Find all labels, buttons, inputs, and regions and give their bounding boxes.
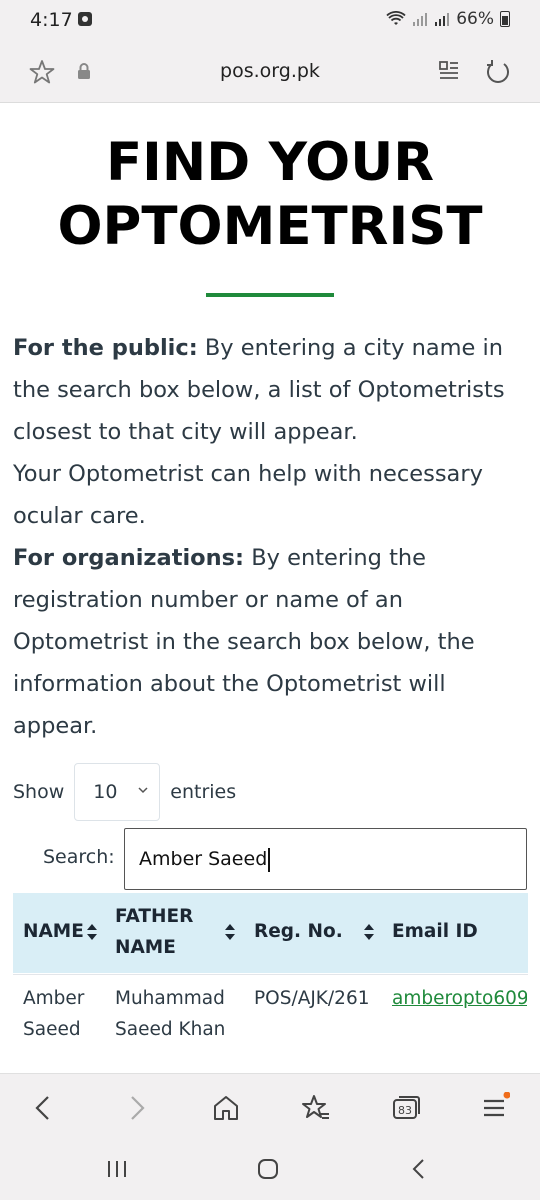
column-header-reg-no[interactable]: Reg. No.	[254, 916, 343, 947]
column-header-name[interactable]: NAME	[23, 916, 84, 947]
entries-length-control: Show 10 entries	[13, 763, 236, 821]
entries-label: entries	[170, 781, 237, 803]
entries-value: 10	[93, 781, 118, 803]
home-icon[interactable]	[210, 1092, 242, 1124]
browser-bottom-toolbar: 83	[0, 1073, 540, 1141]
chevron-down-icon	[138, 787, 148, 794]
public-text-2: Your Optometrist can help with necessary…	[13, 461, 483, 529]
public-label: For the public:	[13, 335, 198, 361]
signal-icon-2	[435, 13, 450, 26]
column-header-email[interactable]: Email ID	[392, 916, 478, 947]
back-icon[interactable]	[28, 1092, 60, 1124]
page-title: FIND YOUR OPTOMETRIST	[0, 131, 540, 259]
url-bar: pos.org.pk	[0, 40, 540, 103]
recent-apps-icon[interactable]	[104, 1156, 130, 1182]
show-label: Show	[13, 781, 65, 803]
cell-name: Amber Saeed	[23, 988, 85, 1040]
search-input[interactable]: Amber Saeed	[124, 828, 527, 890]
text-caret	[268, 847, 270, 872]
cell-email-link[interactable]: amberopto609	[392, 983, 527, 1014]
home-button-icon[interactable]	[255, 1156, 281, 1182]
sort-icon[interactable]	[86, 923, 98, 941]
battery-percent: 66%	[456, 9, 494, 29]
menu-icon[interactable]	[478, 1092, 510, 1124]
reader-mode-icon[interactable]	[438, 60, 460, 82]
search-value: Amber Saeed	[139, 848, 268, 870]
status-indicators: 66%	[386, 9, 510, 29]
system-back-icon[interactable]	[406, 1156, 432, 1182]
system-navigation-bar	[0, 1140, 540, 1200]
forward-icon[interactable]	[120, 1092, 152, 1124]
table-row-divider	[13, 974, 528, 975]
intro-text: For the public: By entering a city name …	[13, 327, 527, 747]
page-title-line2: OPTOMETRIST	[57, 196, 483, 257]
column-header-father-name[interactable]: FATHER NAME	[115, 901, 215, 963]
org-text: By entering the registration number or n…	[13, 545, 475, 739]
search-label: Search:	[43, 846, 115, 868]
entries-select[interactable]: 10	[74, 763, 161, 821]
tab-count: 83	[398, 1104, 412, 1117]
cell-reg-no: POS/AJK/261	[254, 988, 370, 1009]
battery-icon	[500, 11, 510, 27]
reload-icon[interactable]	[484, 58, 512, 86]
status-time: 4:17	[30, 9, 73, 31]
page-content: FIND YOUR OPTOMETRIST For the public: By…	[0, 103, 540, 1073]
wifi-icon	[386, 11, 406, 25]
bookmarks-icon[interactable]	[300, 1092, 332, 1124]
org-label: For organizations:	[13, 545, 245, 571]
title-divider	[206, 293, 334, 297]
notification-app-icon	[78, 12, 92, 26]
cell-father-name: Muhammad Saeed Khan	[115, 988, 226, 1040]
status-bar: 4:17 66%	[0, 0, 540, 40]
sort-icon[interactable]	[224, 923, 236, 941]
tabs-icon[interactable]: 83	[390, 1092, 422, 1124]
signal-icon-1	[413, 13, 428, 26]
sort-icon[interactable]	[363, 923, 375, 941]
page-title-line1: FIND YOUR	[105, 132, 435, 193]
